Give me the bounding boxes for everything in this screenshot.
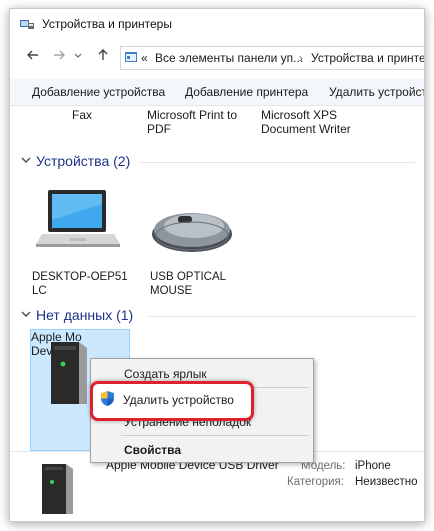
printer-ms-xps-label[interactable]: Microsoft XPS Document Writer (261, 108, 351, 136)
menu-item-properties[interactable]: Свойства (91, 439, 313, 461)
group-divider (138, 162, 415, 163)
laptop-icon (36, 190, 120, 247)
chevron-down-icon (21, 157, 31, 163)
group-divider (148, 316, 415, 317)
arrow-left-icon[interactable] (24, 48, 42, 66)
arrow-up-icon[interactable] (94, 48, 112, 66)
uac-shield-icon (101, 391, 114, 406)
command-bar: Добавление устройства Добавление принтер… (10, 79, 424, 106)
external-drive-icon (51, 342, 87, 404)
remove-device-button[interactable]: Удалить устройст (329, 85, 424, 99)
chevron-down-icon[interactable] (72, 48, 84, 66)
group-unspecified-title: Нет данных (1) (36, 307, 134, 323)
printer-fax-label[interactable]: Fax (72, 108, 92, 122)
breadcrumb-separator: › (299, 51, 303, 65)
breadcrumb-overflow[interactable]: « (141, 51, 148, 65)
device-usb-mouse-label: USB OPTICAL MOUSE (150, 271, 227, 297)
device-desktop[interactable]: DESKTOP-OEP51 LC (32, 186, 132, 297)
navigation-bar: « Все элементы панели уп... › Устройства… (10, 45, 424, 71)
mouse-icon (152, 213, 232, 252)
breadcrumb-devices-printers[interactable]: Устройства и принте (311, 51, 424, 65)
device-desktop-label: DESKTOP-OEP51 LC (32, 271, 128, 297)
group-unspecified-header[interactable]: Нет данных (1) (20, 307, 415, 325)
group-devices-header[interactable]: Устройства (2) (20, 153, 415, 171)
add-printer-button[interactable]: Добавление принтера (185, 85, 308, 99)
window-title: Устройства и принтеры (42, 17, 172, 31)
add-device-button[interactable]: Добавление устройства (32, 85, 165, 99)
details-category-value: Неизвестно (355, 476, 418, 488)
title-bar: Устройства и принтеры (10, 9, 424, 39)
breadcrumb-all-control-panel[interactable]: Все элементы панели уп... (155, 51, 303, 65)
address-bar[interactable]: « Все элементы панели уп... › Устройства… (120, 46, 424, 70)
arrow-right-icon[interactable] (50, 48, 68, 66)
device-usb-mouse[interactable]: USB OPTICAL MOUSE (150, 186, 250, 297)
menu-item-remove-device-label: Удалить устройство (123, 393, 234, 407)
details-category-key: Категория: (287, 476, 344, 488)
devices-printers-icon (20, 20, 34, 29)
external-drive-icon (42, 464, 73, 514)
printer-ms-pdf-label[interactable]: Microsoft Print to PDF (147, 108, 237, 136)
details-model-value: iPhone (355, 460, 391, 472)
menu-item-remove-device[interactable]: Удалить устройство (90, 381, 254, 421)
devices-and-printers-window: Устройства и принтеры « Все элементы пан… (9, 8, 425, 522)
control-panel-icon (125, 52, 137, 62)
group-devices-title: Устройства (2) (36, 153, 131, 169)
chevron-down-icon (21, 311, 31, 317)
menu-separator (121, 435, 309, 436)
